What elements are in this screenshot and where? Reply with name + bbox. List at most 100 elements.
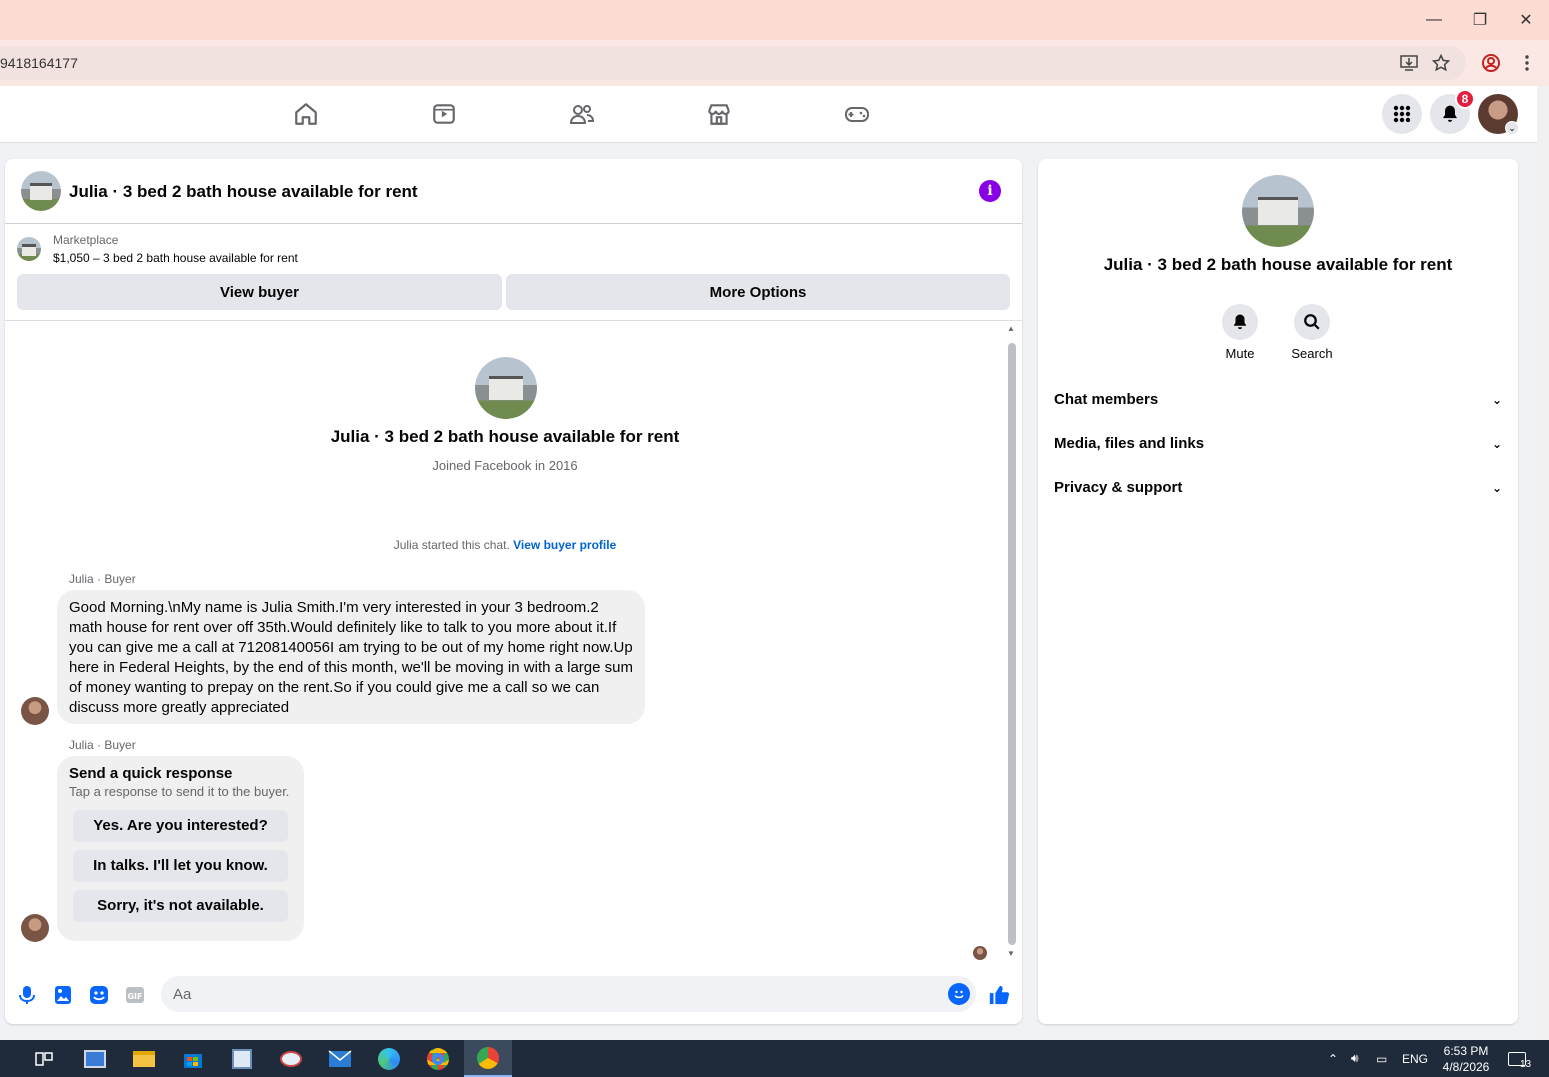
chevron-down-icon: ⌄ [1491, 437, 1502, 451]
gif-icon[interactable]: GIF [123, 983, 147, 1007]
url-text: 9418164177 [0, 55, 78, 71]
action-center-icon[interactable]: 13 [1508, 1040, 1531, 1077]
conversation-avatar[interactable] [475, 357, 537, 419]
browser-title-bar: — ❐ ✕ [0, 0, 1549, 40]
language-indicator[interactable]: ENG [1402, 1040, 1428, 1077]
chat-started-notice: Julia started this chat. View buyer prof… [5, 538, 1005, 552]
chevron-down-icon: ⌄ [1491, 393, 1502, 407]
microphone-icon[interactable] [15, 983, 39, 1007]
install-app-icon[interactable] [1395, 49, 1423, 77]
marketplace-label: Marketplace [53, 233, 119, 247]
sender-avatar[interactable] [21, 914, 49, 942]
marketplace-icon[interactable] [694, 96, 744, 132]
browser-menu-icon[interactable] [1513, 49, 1541, 77]
listing-avatar[interactable] [21, 171, 61, 211]
bell-icon [1443, 105, 1457, 122]
joined-date: Joined Facebook in 2016 [432, 458, 578, 473]
chrome-icon[interactable] [414, 1040, 462, 1077]
network-icon[interactable]: ▭ [1376, 1040, 1387, 1077]
svg-text:GIF: GIF [127, 992, 142, 1001]
info-avatar[interactable] [1242, 175, 1314, 247]
page-scrollbar[interactable] [1537, 86, 1549, 1040]
file-explorer-icon[interactable] [120, 1040, 168, 1077]
section-label: Media, files and links [1054, 435, 1205, 452]
mute-button[interactable]: Mute [1200, 304, 1280, 361]
conversation-info-panel: Julia · 3 bed 2 bath house available for… [1038, 159, 1518, 1024]
quick-response-card: Send a quick response Tap a response to … [57, 756, 304, 941]
listing-summary[interactable]: $1,050 – 3 bed 2 bath house available fo… [53, 251, 298, 265]
mail-icon[interactable] [316, 1040, 364, 1077]
photo-icon[interactable] [51, 983, 75, 1007]
windows-taskbar: ⌃ 🔊︎ ▭ ENG 6:53 PM 4/8/2026 13 [0, 1040, 1549, 1077]
address-bar[interactable]: 9418164177 [0, 46, 1466, 80]
video-icon[interactable] [419, 96, 469, 132]
clock[interactable]: 6:53 PM 4/8/2026 [1438, 1040, 1494, 1077]
clock-date: 4/8/2026 [1442, 1059, 1490, 1074]
quick-response-title: Send a quick response [69, 765, 233, 782]
message-sender: Julia · Buyer [69, 738, 136, 752]
app-icon-monitor[interactable] [71, 1040, 119, 1077]
restore-button[interactable]: ❐ [1457, 0, 1503, 40]
chat-members-section[interactable]: Chat members ⌄ [1054, 391, 1502, 415]
clock-time: 6:53 PM [1443, 1043, 1489, 1058]
message-sender: Julia · Buyer [69, 572, 136, 586]
conversation-name: Julia · 3 bed 2 bath house available for… [330, 427, 680, 446]
like-thumb-icon[interactable] [987, 983, 1011, 1007]
quick-response-not-available[interactable]: Sorry, it's not available. [73, 890, 288, 922]
search-label: Search [1291, 346, 1333, 361]
bookmark-star-icon[interactable] [1427, 49, 1455, 77]
friends-icon[interactable] [557, 96, 607, 132]
chat-title[interactable]: Julia · 3 bed 2 bath house available for… [69, 182, 418, 202]
quick-response-subtitle: Tap a response to send it to the buyer. [69, 784, 290, 799]
browser-toolbar: 9418164177 [0, 40, 1549, 86]
profile-icon[interactable] [1477, 49, 1505, 77]
privacy-support-section[interactable]: Privacy & support ⌄ [1054, 479, 1502, 503]
bell-icon [1234, 314, 1246, 330]
divider [5, 320, 1022, 321]
message-bubble[interactable]: Good Morning.\nMy name is Julia Smith.I'… [57, 590, 645, 724]
edge-browser-icon[interactable] [365, 1040, 413, 1077]
restore-icon: ❐ [1472, 12, 1488, 29]
message-input-placeholder: Aa [173, 986, 192, 1003]
grid-icon [1393, 105, 1411, 123]
mute-label: Mute [1225, 346, 1255, 361]
message-input[interactable]: Aa [161, 976, 976, 1012]
task-view-icon[interactable] [20, 1040, 68, 1077]
info-name: Julia · 3 bed 2 bath house available for… [1103, 255, 1453, 274]
media-files-links-section[interactable]: Media, files and links ⌄ [1054, 435, 1502, 459]
quick-response-in-talks[interactable]: In talks. I'll let you know. [73, 850, 288, 882]
emoji-icon[interactable] [948, 983, 970, 1005]
listing-thumbnail[interactable] [17, 237, 41, 261]
paint-app-icon[interactable] [267, 1040, 315, 1077]
home-icon[interactable] [281, 96, 331, 132]
account-caret-icon[interactable]: ⌄ [1505, 121, 1519, 135]
chat-started-text: Julia started this chat. [393, 538, 510, 552]
search-icon [1304, 314, 1320, 330]
tray-overflow-icon[interactable]: ⌃ [1328, 1040, 1338, 1077]
read-receipt-avatar [973, 946, 987, 960]
chat-scrollbar-thumb[interactable] [1008, 343, 1016, 945]
close-window-button[interactable]: ✕ [1503, 0, 1549, 40]
sticker-icon[interactable] [87, 983, 111, 1007]
notification-badge: 8 [1455, 89, 1475, 109]
store-icon[interactable] [169, 1040, 217, 1077]
close-icon: ✕ [1519, 12, 1533, 29]
more-options-button[interactable]: More Options [506, 274, 1010, 310]
volume-icon[interactable]: 🔊︎ [1351, 1040, 1359, 1077]
search-button[interactable]: Search [1272, 304, 1352, 361]
scroll-down-arrow-icon[interactable]: ▼ [1007, 949, 1015, 958]
info-icon[interactable]: i [979, 180, 1001, 202]
view-buyer-button[interactable]: View buyer [17, 274, 502, 310]
section-label: Chat members [1054, 391, 1159, 408]
quick-response-yes[interactable]: Yes. Are you interested? [73, 810, 288, 842]
sender-avatar[interactable] [21, 697, 49, 725]
minimize-button[interactable]: — [1411, 0, 1457, 40]
section-label: Privacy & support [1054, 479, 1183, 496]
chrome-active-icon[interactable] [464, 1040, 512, 1077]
scroll-up-arrow-icon[interactable]: ▲ [1007, 324, 1015, 333]
view-buyer-profile-link[interactable]: View buyer profile [513, 538, 616, 552]
gaming-icon[interactable] [832, 96, 882, 132]
photos-app-icon[interactable] [218, 1040, 266, 1077]
chat-header: Julia · 3 bed 2 bath house available for… [5, 159, 1022, 224]
menu-grid-button[interactable] [1382, 94, 1422, 134]
